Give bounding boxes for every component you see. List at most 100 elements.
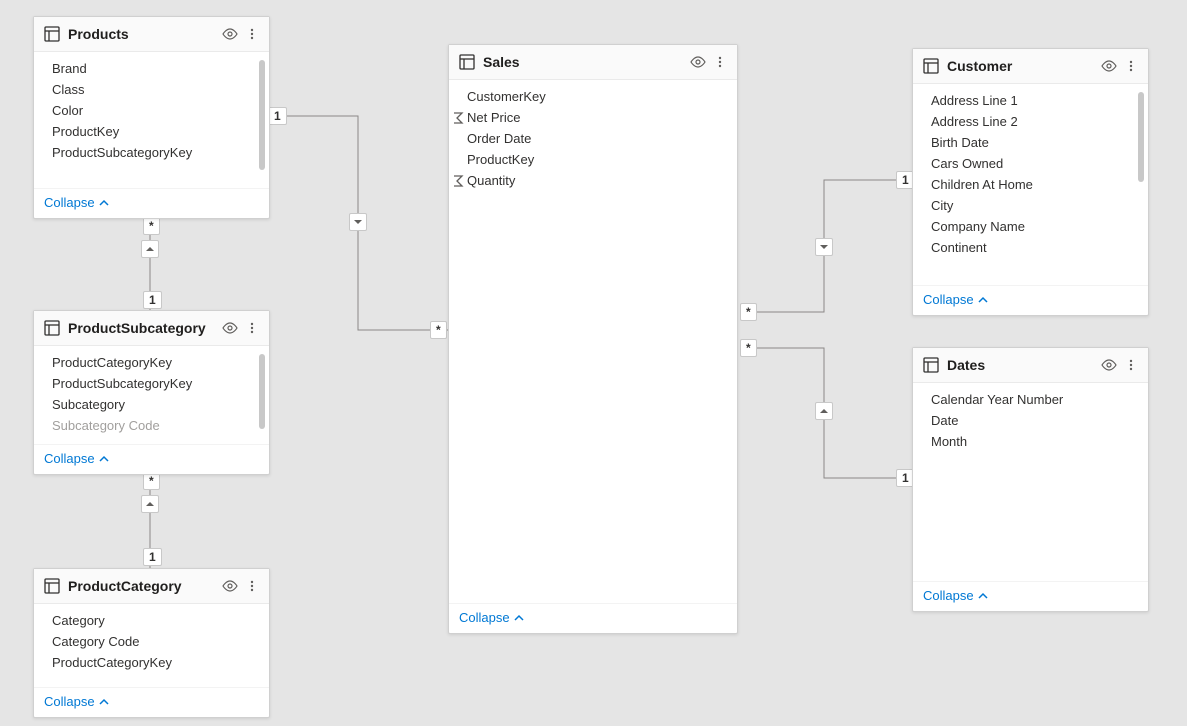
filter-direction-icon (815, 402, 833, 420)
table-icon (44, 26, 60, 42)
scrollbar[interactable] (259, 354, 265, 429)
collapse-button[interactable]: Collapse (459, 610, 524, 625)
field-item[interactable]: Month (913, 431, 1148, 452)
cardinality-many: * (143, 217, 160, 235)
filter-direction-icon (349, 213, 367, 231)
visibility-icon[interactable] (1100, 57, 1118, 75)
field-item[interactable]: Continent (913, 237, 1148, 258)
chevron-up-icon (99, 198, 109, 208)
table-header[interactable]: ProductCategory (34, 569, 269, 604)
cardinality-many: * (430, 321, 447, 339)
cardinality-one: 1 (143, 291, 162, 309)
field-item[interactable]: Cars Owned (913, 153, 1148, 174)
table-title: Dates (947, 357, 1100, 373)
collapse-button[interactable]: Collapse (44, 451, 109, 466)
field-item[interactable]: Class (34, 79, 269, 100)
field-item[interactable]: ProductSubcategoryKey (34, 142, 269, 163)
fields-list: CustomerKey Net Price Order Date Product… (449, 80, 737, 603)
field-item[interactable]: ProductCategoryKey (34, 652, 269, 673)
field-item[interactable]: Subcategory Code (34, 415, 269, 436)
more-options-icon[interactable] (713, 55, 727, 69)
visibility-icon[interactable] (221, 577, 239, 595)
collapse-button[interactable]: Collapse (923, 292, 988, 307)
table-title: ProductSubcategory (68, 320, 221, 336)
chevron-up-icon (978, 591, 988, 601)
table-product-category[interactable]: ProductCategory Category Category Code P… (33, 568, 270, 718)
table-title: Customer (947, 58, 1100, 74)
field-item[interactable]: Net Price (449, 107, 737, 128)
table-icon (44, 578, 60, 594)
more-options-icon[interactable] (1124, 358, 1138, 372)
field-item[interactable]: Category (34, 610, 269, 631)
fields-list: ProductCategoryKey ProductSubcategoryKey… (34, 346, 269, 444)
cardinality-many: * (740, 339, 757, 357)
chevron-up-icon (978, 295, 988, 305)
field-item[interactable]: Order Date (449, 128, 737, 149)
field-item[interactable]: Brand (34, 58, 269, 79)
collapse-button[interactable]: Collapse (44, 195, 109, 210)
visibility-icon[interactable] (221, 319, 239, 337)
table-product-subcategory[interactable]: ProductSubcategory ProductCategoryKey Pr… (33, 310, 270, 475)
scrollbar[interactable] (259, 60, 265, 170)
table-icon (44, 320, 60, 336)
table-icon (923, 58, 939, 74)
chevron-up-icon (99, 454, 109, 464)
fields-list: Brand Class Color ProductKey ProductSubc… (34, 52, 269, 188)
chevron-up-icon (514, 613, 524, 623)
cardinality-one: 1 (143, 548, 162, 566)
table-header[interactable]: Products (34, 17, 269, 52)
field-item[interactable]: Subcategory (34, 394, 269, 415)
chevron-up-icon (99, 697, 109, 707)
table-products[interactable]: Products Brand Class Color ProductKey Pr… (33, 16, 270, 219)
sigma-icon (451, 174, 465, 188)
fields-list: Calendar Year Number Date Month (913, 383, 1148, 581)
filter-direction-icon (141, 495, 159, 513)
field-item[interactable]: ProductKey (34, 121, 269, 142)
table-dates[interactable]: Dates Calendar Year Number Date Month Co… (912, 347, 1149, 612)
field-item[interactable]: Address Line 2 (913, 111, 1148, 132)
model-canvas[interactable]: 1 * 1 * 1 * 1 * 1 * Products Brand Class… (0, 0, 1187, 726)
field-item[interactable]: Company Name (913, 216, 1148, 237)
table-title: ProductCategory (68, 578, 221, 594)
table-icon (459, 54, 475, 70)
collapse-button[interactable]: Collapse (923, 588, 988, 603)
field-item[interactable]: ProductSubcategoryKey (34, 373, 269, 394)
table-title: Products (68, 26, 221, 42)
visibility-icon[interactable] (221, 25, 239, 43)
field-item[interactable]: Date (913, 410, 1148, 431)
more-options-icon[interactable] (1124, 59, 1138, 73)
field-item[interactable]: ProductCategoryKey (34, 352, 269, 373)
fields-list: Category Category Code ProductCategoryKe… (34, 604, 269, 687)
table-header[interactable]: ProductSubcategory (34, 311, 269, 346)
fields-list: Address Line 1 Address Line 2 Birth Date… (913, 84, 1148, 285)
sigma-icon (451, 111, 465, 125)
filter-direction-icon (141, 240, 159, 258)
filter-direction-icon (815, 238, 833, 256)
field-item[interactable]: Quantity (449, 170, 737, 191)
field-item[interactable]: CustomerKey (449, 86, 737, 107)
table-header[interactable]: Sales (449, 45, 737, 80)
visibility-icon[interactable] (689, 53, 707, 71)
more-options-icon[interactable] (245, 579, 259, 593)
more-options-icon[interactable] (245, 321, 259, 335)
scrollbar[interactable] (1138, 92, 1144, 182)
more-options-icon[interactable] (245, 27, 259, 41)
table-header[interactable]: Dates (913, 348, 1148, 383)
field-item[interactable]: Children At Home (913, 174, 1148, 195)
table-header[interactable]: Customer (913, 49, 1148, 84)
table-sales[interactable]: Sales CustomerKey Net Price Order Date P… (448, 44, 738, 634)
collapse-button[interactable]: Collapse (44, 694, 109, 709)
field-item[interactable]: Calendar Year Number (913, 389, 1148, 410)
field-item[interactable]: Birth Date (913, 132, 1148, 153)
cardinality-many: * (740, 303, 757, 321)
table-icon (923, 357, 939, 373)
visibility-icon[interactable] (1100, 356, 1118, 374)
field-item[interactable]: ProductKey (449, 149, 737, 170)
field-item[interactable]: Address Line 1 (913, 90, 1148, 111)
cardinality-one: 1 (268, 107, 287, 125)
field-item[interactable]: Category Code (34, 631, 269, 652)
field-item[interactable]: City (913, 195, 1148, 216)
field-item[interactable]: Color (34, 100, 269, 121)
table-title: Sales (483, 54, 689, 70)
table-customer[interactable]: Customer Address Line 1 Address Line 2 B… (912, 48, 1149, 316)
